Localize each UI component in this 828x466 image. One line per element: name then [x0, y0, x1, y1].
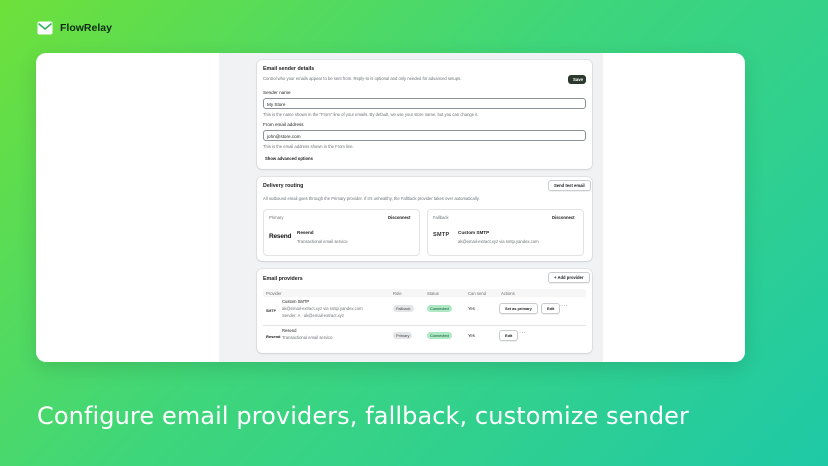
can-send-value: Yes [468, 306, 475, 311]
role-badge: Fallback [393, 305, 414, 313]
provider-detail: Transactional email service [282, 335, 333, 340]
marketing-caption: Configure email providers, fallback, cus… [37, 402, 689, 430]
can-send-value: Yes [468, 333, 475, 338]
table-header: Provider Role Status Can send Actions [263, 289, 586, 297]
set-primary-button[interactable]: Set as primary [499, 303, 538, 314]
table-row: Resend Resend Transactional email servic… [263, 326, 586, 348]
brand-name: FlowRelay [60, 22, 112, 34]
edit-button[interactable]: Edit [499, 330, 519, 341]
fallback-disconnect-link[interactable]: Disconnect [552, 215, 575, 220]
add-provider-button[interactable]: + Add provider [548, 272, 590, 283]
provider-name: Resend [282, 328, 297, 333]
routing-description: All outbound email goes through the Prim… [263, 196, 480, 201]
primary-provider-card: Primary Disconnect Resend Resend Transac… [263, 209, 420, 256]
primary-provider-name: Resend [297, 230, 314, 235]
routing-title: Delivery routing [263, 183, 304, 189]
save-button[interactable]: Save [568, 75, 586, 84]
fallback-heading: Fallback [433, 215, 449, 220]
col-status: Status [427, 290, 439, 296]
status-badge: Connected [427, 332, 452, 340]
table-row: SMTP Custom SMTP ak@email-extract.xyz vi… [263, 297, 586, 325]
col-actions: Actions [501, 290, 515, 296]
brand: FlowRelay [37, 21, 112, 35]
fallback-provider-name: Custom SMTP [458, 230, 490, 235]
status-badge: Connected [427, 305, 452, 313]
email-providers-card: Email providers + Add provider Provider … [257, 269, 592, 353]
sender-name-input[interactable]: My Store [263, 98, 586, 109]
primary-heading: Primary [269, 215, 284, 220]
provider-name: Custom SMTP [282, 299, 310, 304]
from-email-label: From email address [263, 122, 304, 127]
primary-disconnect-link[interactable]: Disconnect [388, 215, 411, 220]
send-test-email-button[interactable]: Send test email [548, 180, 591, 191]
provider-sender: Sender: A · ak@email-extract.xyz [282, 313, 344, 318]
from-email-input[interactable]: john@store.com [263, 130, 586, 141]
sender-details-card: Email sender details Control who your em… [257, 60, 592, 169]
from-email-help: This is the email address shown in the F… [263, 144, 354, 149]
providers-title: Email providers [263, 276, 303, 282]
delivery-routing-card: Delivery routing Send test email All out… [257, 177, 592, 261]
more-actions-icon[interactable]: ··· [561, 303, 568, 309]
fallback-provider-card: Fallback Disconnect SMTP Custom SMTP ak@… [427, 209, 584, 256]
settings-canvas: Email sender details Control who your em… [219, 53, 603, 362]
fallback-provider-detail: ak@email-extract.xyz via smtp.yandex.com [458, 239, 539, 244]
provider-detail: ak@email-extract.xyz via smtp.yandex.com [282, 306, 363, 311]
sender-name-help: This is the name shown in the "From" lin… [263, 112, 479, 117]
sender-description: Control who your emails appear to be sen… [263, 76, 462, 81]
col-provider: Provider [266, 290, 282, 296]
primary-provider-detail: Transactional email service [297, 239, 348, 244]
resend-logo: Resend [266, 334, 281, 339]
col-role: Role [393, 290, 402, 296]
mail-icon [37, 21, 53, 35]
sender-name-label: Sender name [263, 90, 291, 95]
more-actions-icon[interactable]: ··· [519, 330, 526, 336]
role-badge: Primary [393, 332, 413, 340]
smtp-logo: SMTP [433, 232, 450, 238]
resend-logo: Resend [269, 233, 292, 240]
col-can-send: Can send [468, 290, 486, 296]
sender-title: Email sender details [263, 66, 315, 72]
edit-button[interactable]: Edit [541, 303, 561, 314]
advanced-options-toggle[interactable]: Show advanced options [265, 156, 313, 161]
app-window: Email sender details Control who your em… [36, 53, 745, 362]
smtp-logo: SMTP [266, 309, 276, 313]
